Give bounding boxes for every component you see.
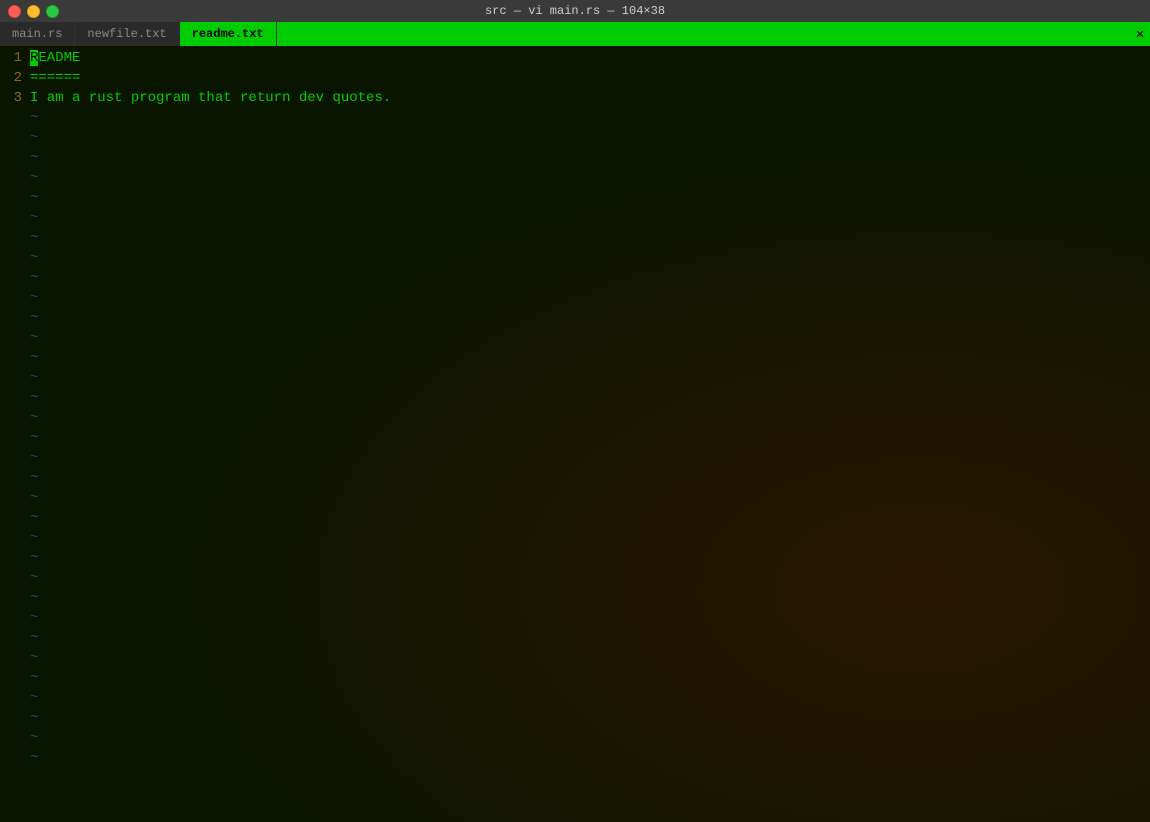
tab-newfile-txt[interactable]: newfile.txt (75, 22, 179, 46)
tilde-line: ~ (0, 408, 1150, 428)
tilde-line: ~ (0, 228, 1150, 248)
tilde-char: ~ (30, 328, 38, 348)
tilde-line: ~ (0, 448, 1150, 468)
tilde-line: ~ (0, 108, 1150, 128)
tilde-line: ~ (0, 128, 1150, 148)
tilde-char: ~ (30, 408, 38, 428)
line-number-3: 3 (0, 88, 30, 108)
tilde-char: ~ (30, 168, 38, 188)
line-3-content: I am a rust program that return dev quot… (30, 88, 391, 108)
tilde-char: ~ (30, 188, 38, 208)
tilde-line: ~ (0, 488, 1150, 508)
tilde-line: ~ (0, 348, 1150, 368)
tilde-line: ~ (0, 268, 1150, 288)
line-1-content: README (30, 48, 80, 68)
tab-bar: main.rs newfile.txt readme.txt ✕ (0, 22, 1150, 46)
tilde-char: ~ (30, 448, 38, 468)
line-number-2: 2 (0, 68, 30, 88)
title-bar: src — vi main.rs — 104×38 (0, 0, 1150, 22)
tilde-line: ~ (0, 288, 1150, 308)
tilde-char: ~ (30, 368, 38, 388)
tilde-line: ~ (0, 728, 1150, 748)
tilde-char: ~ (30, 748, 38, 768)
tilde-char: ~ (30, 608, 38, 628)
tilde-line: ~ (0, 428, 1150, 448)
tilde-char: ~ (30, 288, 38, 308)
tilde-char: ~ (30, 208, 38, 228)
tilde-char: ~ (30, 108, 38, 128)
tilde-char: ~ (30, 248, 38, 268)
tilde-char: ~ (30, 548, 38, 568)
tilde-char: ~ (30, 568, 38, 588)
tilde-char: ~ (30, 468, 38, 488)
tilde-char: ~ (30, 728, 38, 748)
tilde-char: ~ (30, 588, 38, 608)
tilde-char: ~ (30, 388, 38, 408)
tilde-char: ~ (30, 648, 38, 668)
tilde-char: ~ (30, 348, 38, 368)
traffic-lights (0, 5, 59, 18)
tilde-char: ~ (30, 308, 38, 328)
tilde-char: ~ (30, 268, 38, 288)
tilde-line: ~ (0, 248, 1150, 268)
tilde-line: ~ (0, 148, 1150, 168)
tilde-char: ~ (30, 708, 38, 728)
tilde-line: ~ (0, 368, 1150, 388)
tilde-char: ~ (30, 628, 38, 648)
line-3: 3 I am a rust program that return dev qu… (0, 88, 1150, 108)
tilde-line: ~ (0, 548, 1150, 568)
tilde-line: ~ (0, 388, 1150, 408)
maximize-button[interactable] (46, 5, 59, 18)
tilde-line: ~ (0, 708, 1150, 728)
tilde-char: ~ (30, 508, 38, 528)
tilde-line: ~ (0, 608, 1150, 628)
tilde-line: ~ (0, 188, 1150, 208)
window-close-icon[interactable]: ✕ (1130, 22, 1150, 46)
tilde-line: ~ (0, 628, 1150, 648)
tilde-line: ~ (0, 328, 1150, 348)
editor-area[interactable]: 1 README 2 ====== 3 I am a rust program … (0, 46, 1150, 822)
tilde-char: ~ (30, 228, 38, 248)
tilde-char: ~ (30, 488, 38, 508)
tilde-line: ~ (0, 508, 1150, 528)
tilde-line: ~ (0, 528, 1150, 548)
line-number-1: 1 (0, 48, 30, 68)
tab-spacer (277, 22, 1130, 46)
tilde-line: ~ (0, 208, 1150, 228)
tab-readme-txt[interactable]: readme.txt (180, 22, 277, 46)
line-2-content: ====== (30, 68, 80, 88)
line-2: 2 ====== (0, 68, 1150, 88)
tilde-char: ~ (30, 128, 38, 148)
tilde-lines: ~~~~~~~~~~~~~~~~~~~~~~~~~~~~~~~~~ (0, 108, 1150, 768)
tilde-line: ~ (0, 688, 1150, 708)
tilde-char: ~ (30, 668, 38, 688)
tilde-char: ~ (30, 688, 38, 708)
tilde-char: ~ (30, 148, 38, 168)
close-button[interactable] (8, 5, 21, 18)
line-1: 1 README (0, 48, 1150, 68)
tilde-line: ~ (0, 588, 1150, 608)
tilde-line: ~ (0, 648, 1150, 668)
editor-content: 1 README 2 ====== 3 I am a rust program … (0, 46, 1150, 770)
tilde-line: ~ (0, 468, 1150, 488)
tilde-line: ~ (0, 308, 1150, 328)
tab-main-rs[interactable]: main.rs (0, 22, 75, 46)
tilde-char: ~ (30, 528, 38, 548)
minimize-button[interactable] (27, 5, 40, 18)
tilde-line: ~ (0, 168, 1150, 188)
tilde-char: ~ (30, 428, 38, 448)
tilde-line: ~ (0, 668, 1150, 688)
window-title: src — vi main.rs — 104×38 (485, 4, 665, 18)
tilde-line: ~ (0, 748, 1150, 768)
tilde-line: ~ (0, 568, 1150, 588)
